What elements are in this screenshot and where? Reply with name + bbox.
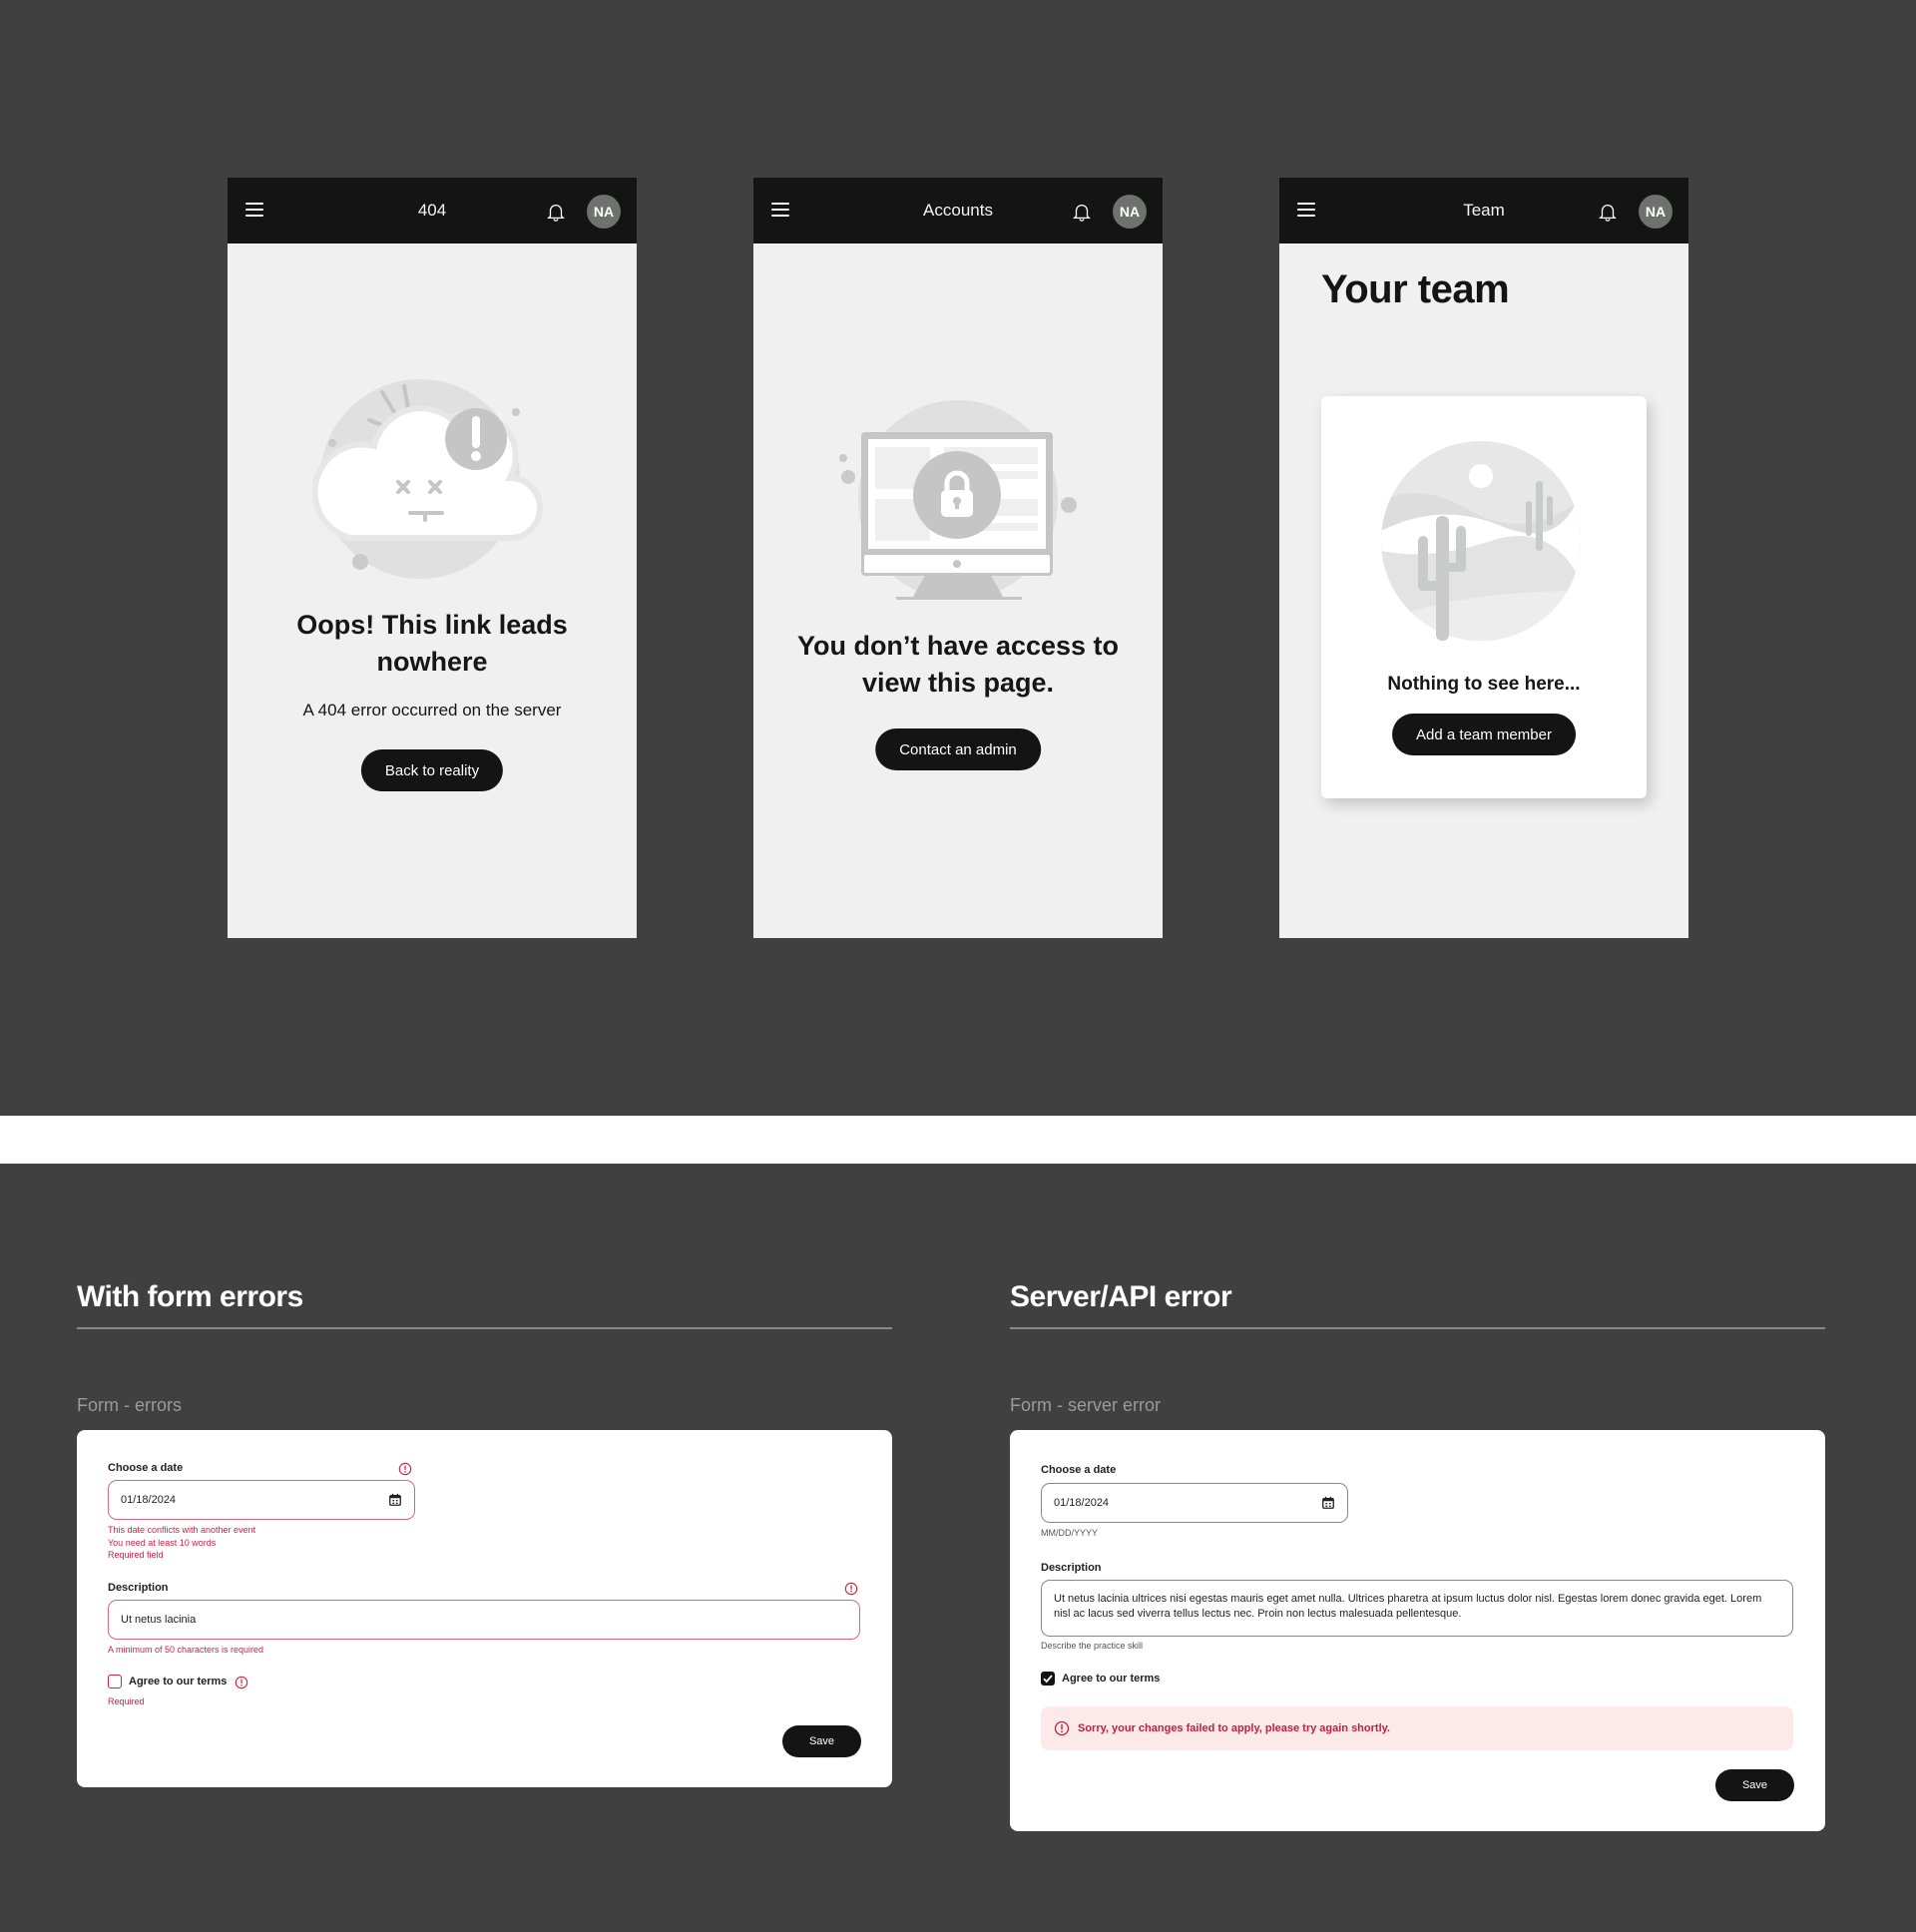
screen-404: 404 NA Oops! This link leads nowhere A 4… — [228, 178, 637, 938]
avatar[interactable]: NA — [587, 195, 621, 229]
date-input[interactable]: 01/18/2024 — [108, 1480, 415, 1520]
error-icon — [398, 1462, 412, 1476]
date-errors: This date conflicts with another event Y… — [108, 1525, 256, 1560]
calendar-icon[interactable] — [388, 1493, 402, 1507]
calendar-icon[interactable] — [1321, 1496, 1335, 1510]
error-icon — [1054, 1720, 1070, 1736]
app-header: 404 NA — [228, 178, 637, 243]
description-hint: Describe the practice skill — [1041, 1641, 1144, 1651]
description-input[interactable]: Ut netus lacinia — [108, 1600, 860, 1640]
form-with-errors: Choose a date 01/18/2024 This date confl… — [77, 1430, 892, 1787]
menu-icon[interactable] — [245, 203, 263, 219]
save-button[interactable]: Save — [1715, 1769, 1794, 1801]
description-label: Description — [1041, 1562, 1102, 1574]
back-to-reality-button[interactable]: Back to reality — [360, 749, 504, 791]
server-error-banner: Sorry, your changes failed to apply, ple… — [1041, 1706, 1793, 1750]
avatar[interactable]: NA — [1113, 195, 1147, 229]
description-label: Description — [108, 1582, 169, 1594]
form-caption: Form - server error — [1010, 1395, 1162, 1415]
bell-icon[interactable] — [1597, 200, 1619, 224]
form-caption: Form - errors — [77, 1395, 182, 1415]
empty-state-card: Nothing to see here... Add a team member — [1321, 396, 1647, 798]
access-denied-headline: You don’t have access to view this page. — [796, 631, 1120, 698]
section-rule — [77, 1327, 892, 1329]
screen-accounts: Accounts NA You don’t have access to vie… — [753, 178, 1163, 938]
menu-icon[interactable] — [1297, 203, 1315, 219]
error-subtext: A 404 error occurred on the server — [302, 701, 562, 720]
menu-icon[interactable] — [771, 203, 789, 219]
app-header: Accounts NA — [753, 178, 1163, 243]
section-rule — [1010, 1327, 1825, 1329]
description-error: A minimum of 50 characters is required — [108, 1645, 264, 1655]
error-icon — [844, 1582, 858, 1596]
terms-label: Agree to our terms — [129, 1676, 228, 1688]
error-icon — [235, 1676, 248, 1690]
terms-label: Agree to our terms — [1062, 1673, 1161, 1685]
section-divider — [0, 1116, 1916, 1164]
save-button[interactable]: Save — [782, 1725, 861, 1757]
bell-icon[interactable] — [545, 200, 567, 224]
page-title: Your team — [1321, 267, 1510, 311]
desert-illustration — [1381, 441, 1581, 641]
header-title: 404 — [417, 201, 447, 220]
terms-checkbox[interactable] — [108, 1675, 122, 1689]
checkmark-icon — [1043, 1675, 1053, 1684]
header-title: Team — [1463, 201, 1505, 220]
date-input[interactable]: 01/18/2024 — [1041, 1483, 1348, 1523]
date-label: Choose a date — [108, 1462, 184, 1474]
date-hint: MM/DD/YYYY — [1041, 1528, 1099, 1538]
description-textarea[interactable]: Ut netus lacinia ultrices nisi egestas m… — [1041, 1580, 1793, 1637]
empty-state-text: Nothing to see here... — [1387, 674, 1581, 695]
contact-admin-button[interactable]: Contact an admin — [875, 728, 1041, 770]
section-title-form-errors: With form errors — [77, 1280, 303, 1313]
add-team-member-button[interactable]: Add a team member — [1392, 714, 1576, 755]
terms-error: Required — [108, 1696, 145, 1706]
error-headline: Oops! This link leads nowhere — [296, 610, 568, 677]
bell-icon[interactable] — [1071, 200, 1093, 224]
locked-screen-illustration — [839, 400, 1077, 600]
app-header: Team NA — [1279, 178, 1688, 243]
avatar[interactable]: NA — [1639, 195, 1673, 229]
broken-cloud-illustration — [312, 379, 543, 579]
banner-message: Sorry, your changes failed to apply, ple… — [1078, 1722, 1390, 1734]
header-title: Accounts — [923, 201, 993, 220]
form-server-error: Choose a date 01/18/2024 MM/DD/YYYY Desc… — [1010, 1430, 1825, 1831]
screen-team: Team NA Your team Nothing to see here...… — [1279, 178, 1688, 938]
section-title-server-error: Server/API error — [1010, 1280, 1232, 1313]
terms-checkbox-checked[interactable] — [1041, 1672, 1055, 1686]
date-label: Choose a date — [1041, 1464, 1117, 1476]
